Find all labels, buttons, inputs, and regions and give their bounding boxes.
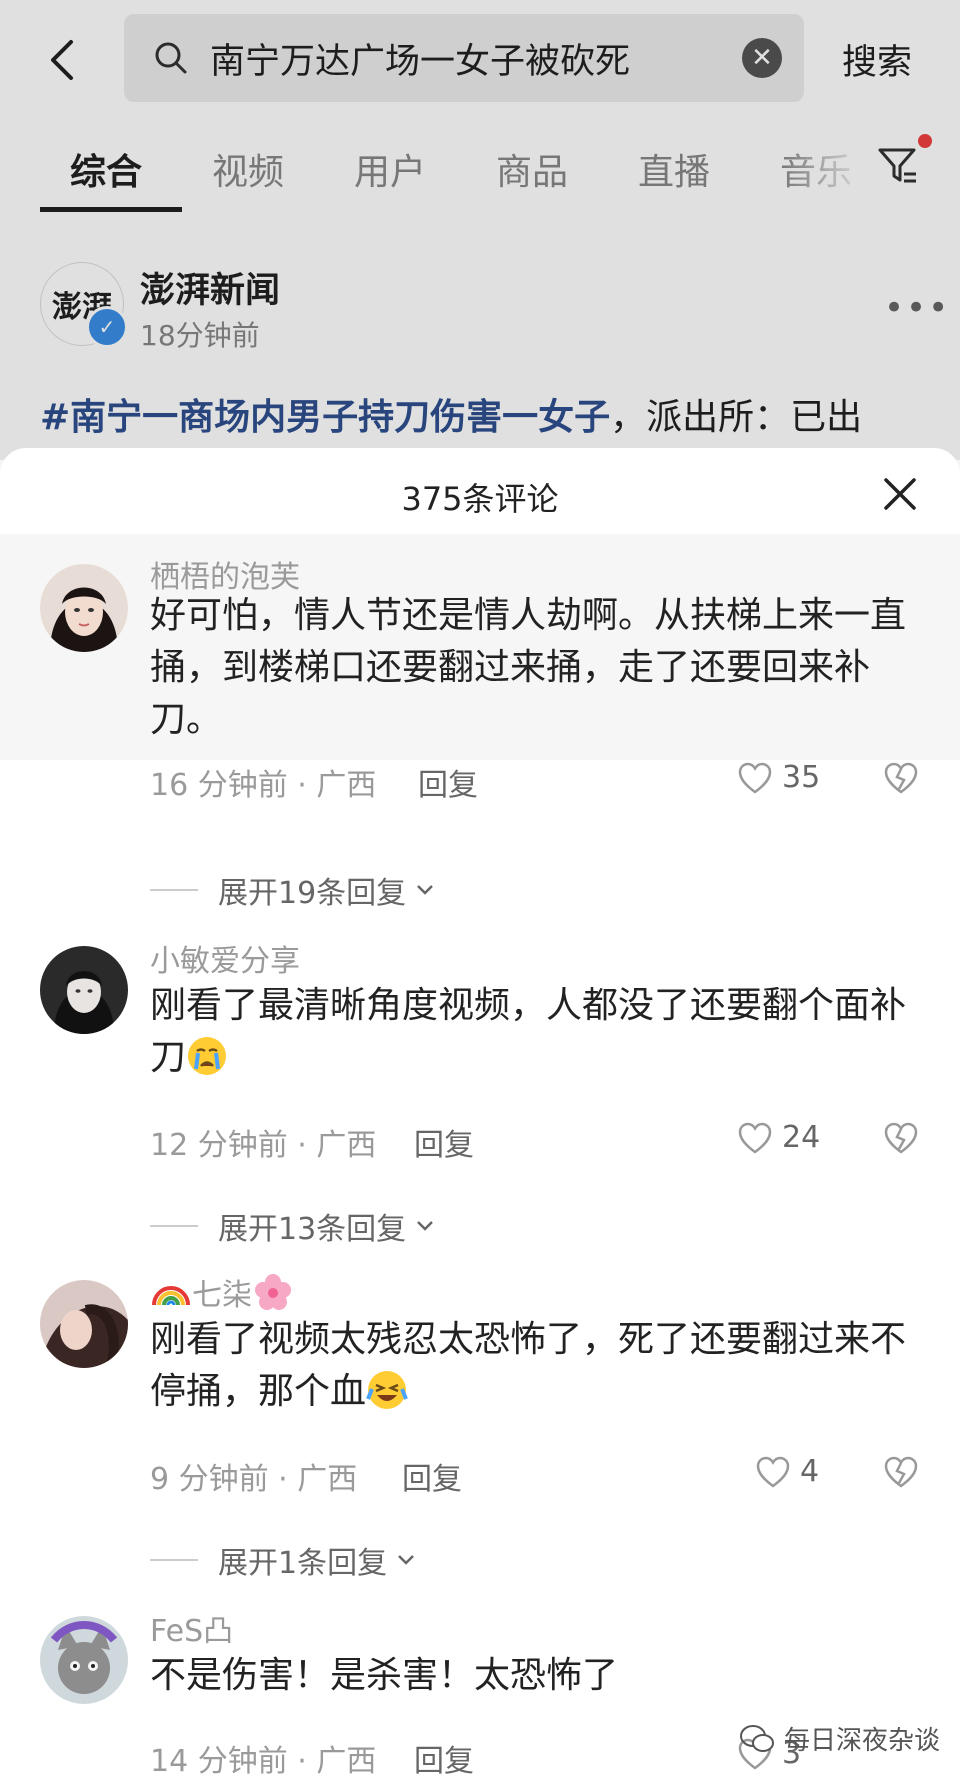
comments-count-title: 375条评论 — [401, 480, 559, 518]
search-button[interactable]: 搜索 — [842, 34, 912, 85]
search-icon — [155, 42, 187, 74]
watermark: 每日深夜杂谈 — [740, 1720, 940, 1757]
comment-text: 好可怕，情人节还是情人劫啊。从扶梯上来一直捅，到楼梯口还要翻过来捅，走了还要回来… — [150, 595, 907, 740]
post-time: 18分钟前 — [140, 319, 260, 352]
reply-button[interactable]: 回复 — [414, 1120, 474, 1164]
comment-username[interactable]: 小敏爱分享 — [150, 936, 300, 980]
avatar[interactable] — [40, 1280, 128, 1368]
comment-item: 七柒 刚看了视频太残忍太恐怖了，死了还要翻过来不停捅，那个血 — [0, 1272, 960, 1422]
post-author[interactable]: 澎湃新闻 — [140, 262, 280, 313]
comment-text: 刚看了视频太残忍太恐怖了，死了还要翻过来不停捅，那个血 — [150, 1319, 907, 1412]
comment-item: 栖梧的泡芙 好可怕，情人节还是情人劫啊。从扶梯上来一直捅，到楼梯口还要翻过来捅，… — [0, 534, 960, 803]
avatar[interactable] — [40, 564, 128, 652]
reply-button[interactable]: 回复 — [418, 760, 478, 804]
comment-meta: 16 分钟前 · 广西 — [150, 768, 377, 803]
expand-replies-button[interactable]: 展开1条回复 — [150, 1538, 417, 1582]
like-icon[interactable] — [756, 1456, 790, 1490]
search-page: 南宁万达广场一女子被砍死 ✕ 搜索 综合 视频 用户 商品 直播 音乐 澎湃 ✓… — [0, 0, 960, 460]
dislike-icon[interactable] — [884, 1456, 918, 1490]
back-arrow-icon — [51, 40, 73, 80]
verified-badge-icon: ✓ — [86, 306, 128, 348]
comment-meta: 14 分钟前 · 广西 — [150, 1744, 377, 1777]
chevron-down-icon — [417, 885, 434, 895]
tab-fade — [780, 135, 870, 205]
crying-emoji-icon — [188, 1037, 227, 1075]
tab-live[interactable]: 直播 — [638, 143, 710, 195]
watermark-text: 每日深夜杂谈 — [784, 1726, 941, 1756]
notification-dot — [918, 134, 932, 148]
like-count: 4 — [800, 1454, 820, 1489]
tab-video[interactable]: 视频 — [212, 143, 284, 195]
avatar[interactable] — [40, 1616, 128, 1704]
expand-replies-button[interactable]: 展开13条回复 — [150, 1204, 436, 1248]
flower-icon — [255, 1274, 291, 1310]
comments-sheet: 375条评论 栖梧的泡芙 好可怕，情人节还是情人劫啊。从扶梯上来一直捅，到楼梯口… — [0, 448, 960, 1777]
divider-line — [150, 1559, 198, 1561]
tab-users[interactable]: 用户 — [354, 143, 426, 195]
search-tabs: 综合 视频 用户 商品 直播 音乐 — [0, 135, 960, 215]
like-count: 35 — [782, 760, 821, 795]
like-icon[interactable] — [738, 762, 772, 796]
wechat-icon — [740, 1724, 774, 1752]
expand-replies-label: 展开13条回复 — [218, 1212, 407, 1247]
divider-line — [150, 889, 198, 891]
tab-products[interactable]: 商品 — [496, 143, 568, 195]
post-hashtag[interactable]: #南宁一商场内男子持刀伤害一女子 — [40, 397, 610, 438]
search-input[interactable]: 南宁万达广场一女子被砍死 ✕ — [124, 14, 804, 102]
comment-username[interactable]: FeS凸 — [150, 1606, 233, 1650]
close-icon[interactable] — [880, 474, 920, 514]
clear-icon[interactable]: ✕ — [742, 38, 782, 78]
comment-text: 刚看了最清晰角度视频，人都没了还要翻个面补刀 — [150, 985, 907, 1078]
avatar[interactable] — [40, 946, 128, 1034]
rainbow-icon — [152, 1286, 190, 1306]
search-query-text: 南宁万达广场一女子被砍死 — [210, 41, 631, 82]
dislike-icon[interactable] — [884, 762, 918, 796]
chevron-down-icon — [398, 1555, 414, 1565]
active-tab-underline — [40, 207, 182, 212]
like-count: 24 — [782, 1120, 821, 1155]
expand-replies-button[interactable]: 展开19条回复 — [150, 868, 436, 912]
tab-general[interactable]: 综合 — [70, 143, 142, 195]
chevron-down-icon — [417, 1221, 434, 1231]
expand-replies-label: 展开1条回复 — [218, 1546, 388, 1581]
expand-replies-label: 展开19条回复 — [218, 876, 407, 911]
post-body: ，派出所：已出 — [610, 397, 863, 438]
comment-text: 不是伤害！是杀害！太恐怖了 — [150, 1655, 619, 1696]
reply-button[interactable]: 回复 — [402, 1454, 462, 1498]
filter-icon[interactable] — [876, 144, 920, 188]
like-icon[interactable] — [738, 1122, 772, 1156]
crying-laughing-emoji-icon — [366, 1371, 408, 1409]
reply-button[interactable]: 回复 — [414, 1736, 474, 1777]
back-button[interactable] — [40, 30, 84, 90]
comment-meta: 9 分钟前 · 广西 — [150, 1462, 358, 1497]
comment-item: 小敏爱分享 刚看了最清晰角度视频，人都没了还要翻个面补刀 — [0, 938, 960, 1088]
more-options-icon[interactable]: ••• — [884, 288, 950, 328]
divider-line — [150, 1225, 198, 1227]
post-text[interactable]: #南宁一商场内男子持刀伤害一女子，派出所：已出 — [40, 388, 862, 440]
comment-meta: 12 分钟前 · 广西 — [150, 1128, 377, 1163]
dislike-icon[interactable] — [884, 1122, 918, 1156]
comment-username[interactable]: 七柒 — [150, 1270, 294, 1314]
